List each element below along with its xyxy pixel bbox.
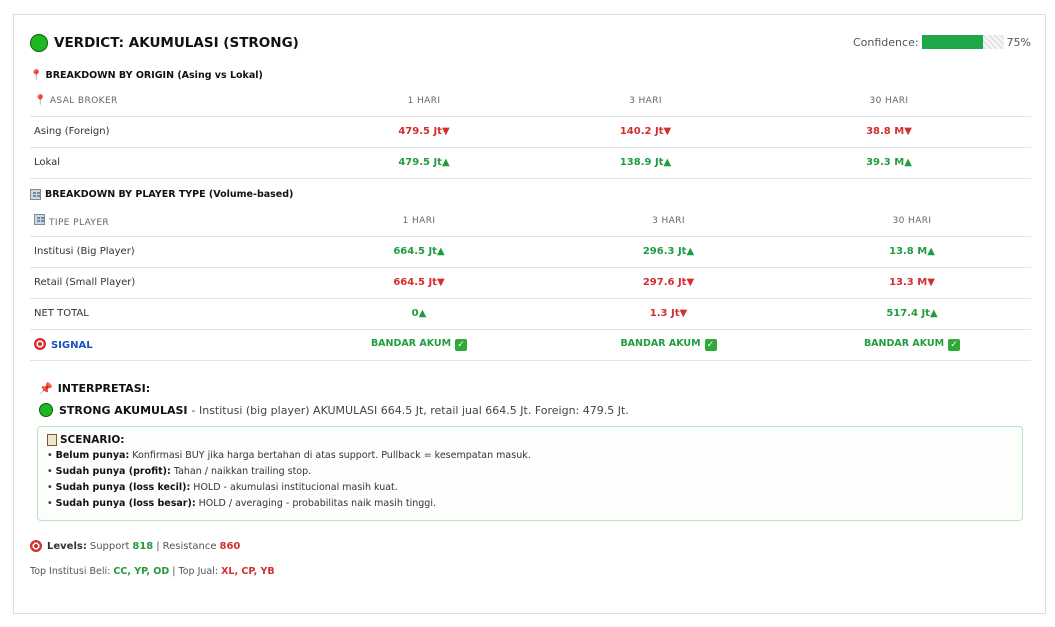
interpretation-summary: STRONG AKUMULASI - Institusi (big player… bbox=[39, 403, 629, 417]
signal-label: SIGNAL bbox=[30, 329, 294, 361]
levels-label: Levels: bbox=[47, 540, 87, 552]
pushpin-icon: 📌 bbox=[39, 382, 53, 395]
cell-value: 664.5 Jt▲ bbox=[294, 236, 544, 268]
signal-cell: BANDAR AKUM ✓ bbox=[793, 329, 1031, 361]
top-brokers: Top Institusi Beli: CC, YP, OD | Top Jua… bbox=[30, 566, 275, 577]
table-row: Asing (Foreign) 479.5 Jt▼ 140.2 Jt▼ 38.8… bbox=[30, 116, 1031, 148]
pushpin-icon: 📍 bbox=[30, 70, 43, 81]
scenario-item: • Sudah punya (loss kecil): HOLD - akumu… bbox=[47, 482, 398, 493]
signal-cell: BANDAR AKUM ✓ bbox=[544, 329, 793, 361]
signal-cell: BANDAR AKUM ✓ bbox=[294, 329, 544, 361]
resistance-value: 860 bbox=[219, 540, 241, 552]
analysis-card: VERDICT: AKUMULASI (STRONG) Confidence: … bbox=[13, 14, 1046, 614]
cell-value: 13.3 M▼ bbox=[793, 267, 1031, 299]
confidence-bar bbox=[921, 35, 1004, 49]
office-building-icon bbox=[34, 213, 45, 225]
clipboard-icon bbox=[47, 434, 57, 446]
origin-header-col1: 1 HARI bbox=[304, 86, 544, 117]
row-label: Lokal bbox=[30, 147, 304, 179]
top-beli-label: Top Institusi Beli: bbox=[30, 566, 111, 577]
cell-value: 1.3 Jt▼ bbox=[544, 298, 793, 330]
verdict-title: VERDICT: AKUMULASI (STRONG) bbox=[54, 35, 299, 51]
player-header-col1: 1 HARI bbox=[294, 206, 544, 237]
scenario-item: • Sudah punya (profit): Tahan / naikkan … bbox=[47, 466, 312, 477]
interpretation-title: 📌 INTERPRETASI: bbox=[39, 382, 150, 395]
confidence-bar-fill bbox=[921, 35, 984, 49]
player-title-text: BREAKDOWN BY PLAYER TYPE (Volume-based) bbox=[45, 189, 294, 200]
check-mark-icon: ✓ bbox=[948, 339, 961, 351]
row-label: Retail (Small Player) bbox=[30, 267, 294, 299]
player-header-col3: 30 HARI bbox=[793, 206, 1031, 237]
scenario-item: • Sudah punya (loss besar): HOLD / avera… bbox=[47, 498, 436, 509]
table-row: Retail (Small Player) 664.5 Jt▼ 297.6 Jt… bbox=[30, 267, 1031, 299]
cell-value: 297.6 Jt▼ bbox=[544, 267, 793, 299]
scenario-box: SCENARIO: • Belum punya: Konfirmasi BUY … bbox=[37, 426, 1023, 521]
origin-title-text: BREAKDOWN BY ORIGIN (Asing vs Lokal) bbox=[45, 70, 263, 81]
interpretation-headline: STRONG AKUMULASI bbox=[59, 403, 188, 417]
green-circle-icon bbox=[30, 34, 48, 52]
cell-value: 13.8 M▲ bbox=[793, 236, 1031, 268]
confidence-meter: Confidence: 75% bbox=[853, 35, 1031, 49]
cell-value: 664.5 Jt▼ bbox=[294, 267, 544, 299]
row-label: Institusi (Big Player) bbox=[30, 236, 294, 268]
player-section-title: BREAKDOWN BY PLAYER TYPE (Volume-based) bbox=[30, 189, 293, 200]
table-row: Lokal 479.5 Jt▲ 138.9 Jt▲ 39.3 M▲ bbox=[30, 147, 1031, 179]
table-row: Institusi (Big Player) 664.5 Jt▲ 296.3 J… bbox=[30, 236, 1031, 268]
cell-value: 138.9 Jt▲ bbox=[544, 147, 747, 179]
resistance-label: Resistance bbox=[162, 540, 217, 552]
origin-header-col3: 30 HARI bbox=[747, 86, 1031, 117]
confidence-value: 75% bbox=[1006, 35, 1031, 49]
player-table: TIPE PLAYER 1 HARI 3 HARI 30 HARI Instit… bbox=[30, 206, 1031, 361]
top-jual-value: XL, CP, YB bbox=[221, 566, 275, 577]
row-label: Asing (Foreign) bbox=[30, 116, 304, 148]
cell-value: 479.5 Jt▼ bbox=[304, 116, 544, 148]
player-header-row: TIPE PLAYER 1 HARI 3 HARI 30 HARI bbox=[30, 206, 1031, 237]
top-jual-label: Top Jual: bbox=[178, 566, 219, 577]
cell-value: 0▲ bbox=[294, 298, 544, 330]
origin-header-row: 📍 ASAL BROKER 1 HARI 3 HARI 30 HARI bbox=[30, 86, 1031, 117]
levels: Levels: Support 818 | Resistance 860 bbox=[30, 540, 240, 552]
cell-value: 479.5 Jt▲ bbox=[304, 147, 544, 179]
interpretation-title-text: INTERPRETASI: bbox=[57, 382, 151, 395]
origin-table: 📍 ASAL BROKER 1 HARI 3 HARI 30 HARI Asing… bbox=[30, 86, 1031, 179]
check-mark-icon: ✓ bbox=[455, 339, 468, 351]
signal-row: SIGNAL BANDAR AKUM ✓ BANDAR AKUM ✓ BANDAR … bbox=[30, 329, 1031, 361]
table-row: NET TOTAL 0▲ 1.3 Jt▼ 517.4 Jt▲ bbox=[30, 298, 1031, 330]
origin-header-col2: 3 HARI bbox=[544, 86, 747, 117]
player-header-col2: 3 HARI bbox=[544, 206, 793, 237]
origin-header-col0: 📍 ASAL BROKER bbox=[30, 86, 304, 117]
separator: | bbox=[172, 566, 176, 577]
interpretation-text: - Institusi (big player) AKUMULASI 664.5… bbox=[191, 403, 629, 417]
confidence-label: Confidence: bbox=[852, 35, 919, 49]
verdict: VERDICT: AKUMULASI (STRONG) bbox=[30, 34, 299, 52]
cell-value: 296.3 Jt▲ bbox=[544, 236, 793, 268]
player-header-col0: TIPE PLAYER bbox=[30, 206, 294, 237]
cell-value: 38.8 M▼ bbox=[747, 116, 1031, 148]
target-icon bbox=[34, 338, 46, 350]
cell-value: 39.3 M▲ bbox=[747, 147, 1031, 179]
support-label: Support bbox=[89, 540, 130, 552]
origin-section-title: 📍 BREAKDOWN BY ORIGIN (Asing vs Lokal) bbox=[30, 70, 263, 81]
pushpin-icon: 📍 bbox=[34, 95, 47, 107]
support-value: 818 bbox=[132, 540, 154, 552]
cell-value: 140.2 Jt▼ bbox=[544, 116, 747, 148]
check-mark-icon: ✓ bbox=[704, 339, 717, 351]
office-building-icon bbox=[30, 189, 41, 200]
cell-value: 517.4 Jt▲ bbox=[793, 298, 1031, 330]
scenario-item: • Belum punya: Konfirmasi BUY jika harga… bbox=[47, 450, 531, 461]
row-label: NET TOTAL bbox=[30, 298, 294, 330]
target-icon bbox=[30, 540, 42, 552]
green-circle-icon bbox=[39, 403, 53, 417]
top-beli-value: CC, YP, OD bbox=[113, 566, 170, 577]
separator: | bbox=[156, 540, 160, 552]
scenario-title: SCENARIO: bbox=[47, 434, 1013, 446]
